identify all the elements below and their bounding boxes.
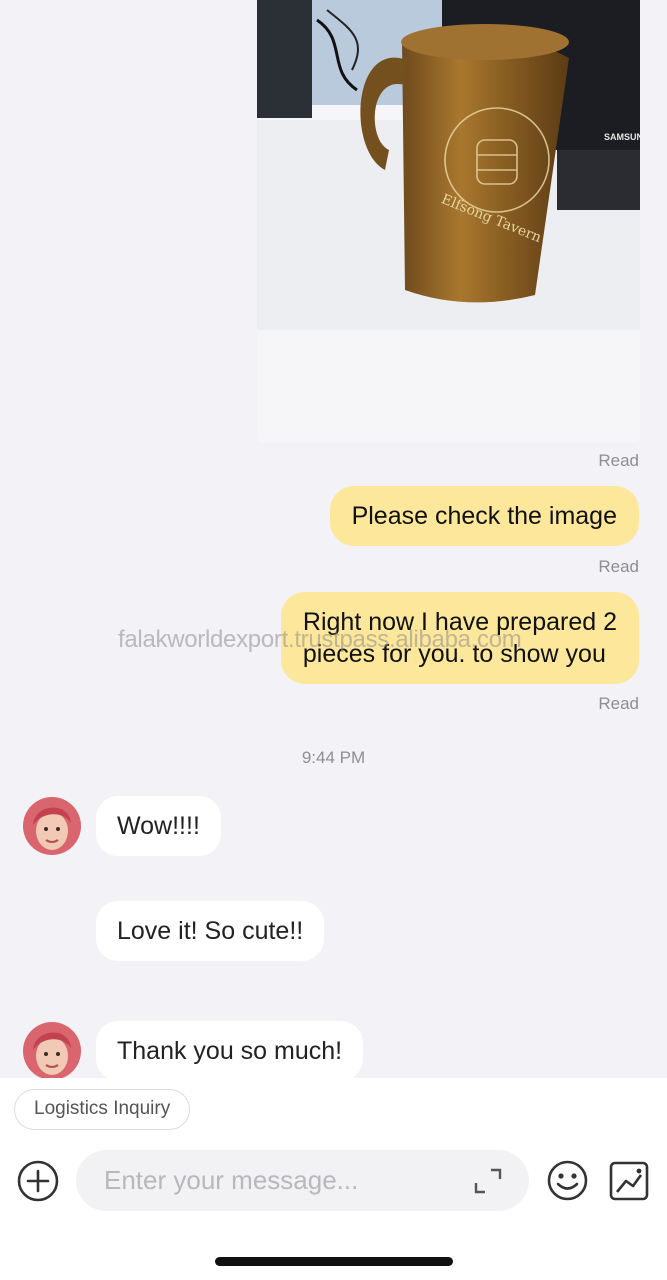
message-input-wrapper[interactable] (76, 1150, 529, 1211)
avatar[interactable] (23, 797, 81, 855)
incoming-message[interactable]: Wow!!!! (96, 796, 221, 856)
avatar[interactable] (23, 1022, 81, 1078)
message-line: Right now I have prepared 2 (302, 608, 617, 636)
image-icon (609, 1161, 649, 1201)
emoji-button[interactable] (547, 1160, 588, 1201)
message-timestamp: 9:44 PM (301, 748, 366, 767)
incoming-message[interactable]: Love it! So cute!! (96, 901, 325, 961)
message-input[interactable] (104, 1150, 464, 1211)
smiley-icon (547, 1160, 588, 1201)
incoming-message[interactable]: Thank you so much! (96, 1021, 364, 1078)
read-status: Read (598, 451, 639, 470)
message-line: pieces for you. to show you (302, 640, 606, 668)
send-image-button[interactable] (609, 1161, 649, 1201)
monitor-brand-label: SAMSUNG (604, 132, 640, 142)
plus-circle-icon (17, 1160, 59, 1202)
read-status: Read (598, 694, 639, 713)
chat-area[interactable]: SAMSUNG Elfsong Tavern R (0, 0, 667, 1078)
read-status: Read (598, 557, 639, 576)
expand-icon[interactable] (474, 1168, 502, 1194)
logistics-inquiry-chip[interactable]: Logistics Inquiry (14, 1089, 191, 1130)
image-message[interactable]: SAMSUNG Elfsong Tavern (257, 0, 640, 442)
message-composer: Logistics Inquiry (0, 1078, 667, 1280)
outgoing-message[interactable]: Please check the image (329, 486, 639, 546)
mug-photo: SAMSUNG Elfsong Tavern (257, 0, 640, 442)
add-attachment-button[interactable] (17, 1160, 59, 1202)
home-indicator (215, 1257, 453, 1266)
outgoing-message[interactable]: Right now I have prepared 2 pieces for y… (280, 592, 639, 684)
